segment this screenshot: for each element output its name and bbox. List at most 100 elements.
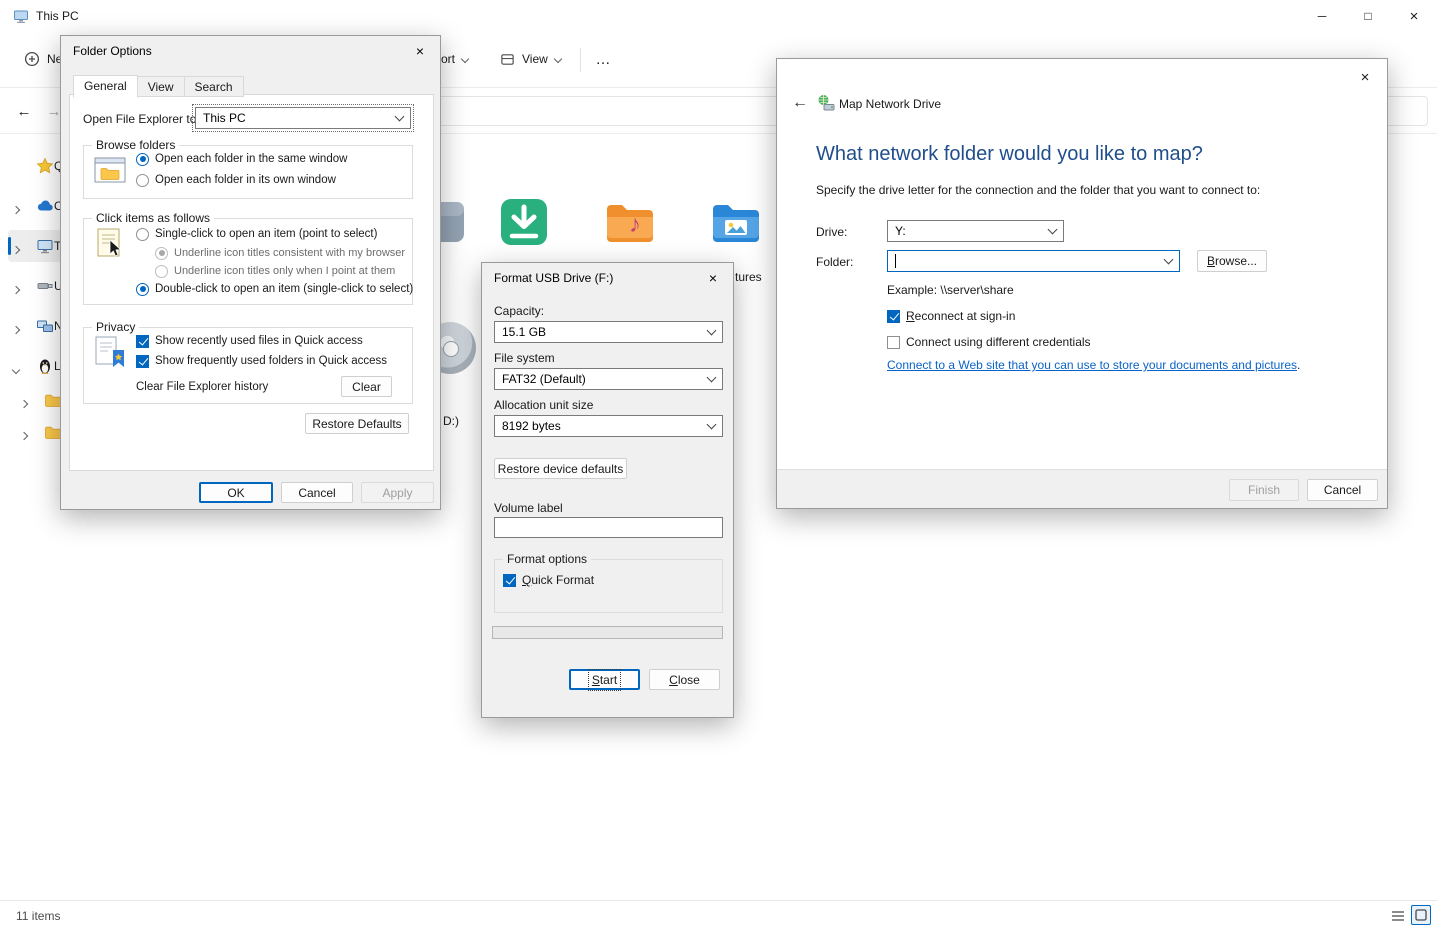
radio-underline-point[interactable]: Underline icon titles only when I point …	[155, 263, 395, 279]
more-options-button[interactable]: …	[588, 41, 618, 77]
radio-single-click[interactable]: Single-click to open an item (point to s…	[136, 226, 377, 242]
ok-button[interactable]: OK	[199, 482, 273, 503]
chevron-down-icon[interactable]	[11, 365, 21, 375]
view-button[interactable]: View	[492, 41, 570, 77]
chevron-right-icon[interactable]	[19, 399, 29, 409]
radio-open-same-window[interactable]: Open each folder in the same window	[136, 151, 347, 167]
title-bar: This PC ─ □ ×	[0, 0, 1437, 32]
item-count: 11 items	[16, 909, 61, 923]
music-note-glyph: ♪	[629, 211, 641, 238]
dialog-title: Folder Options	[73, 44, 152, 58]
checkbox-credentials[interactable]: Connect using different credentials	[887, 334, 1091, 350]
group-legend: Format options	[503, 552, 592, 566]
close-icon[interactable]: ×	[693, 263, 733, 293]
map-network-drive-icon	[818, 95, 835, 111]
checkbox-label[interactable]: Connect using different credentials	[906, 335, 1091, 349]
back-button[interactable]: ←	[789, 92, 811, 114]
checkbox-quick-format[interactable]: Quick Format	[503, 572, 594, 588]
close-icon[interactable]: ×	[1351, 65, 1379, 89]
radio-label[interactable]: Open each folder in its own window	[155, 174, 336, 186]
wizard-heading: What network folder would you like to ma…	[816, 143, 1203, 165]
radio-label[interactable]: Open each folder in the same window	[155, 153, 347, 165]
pictures-folder-icon[interactable]	[708, 194, 764, 250]
explorer-window: This PC ─ □ × New Sort View … ← → Q O T …	[0, 0, 1437, 929]
downloads-folder-icon[interactable]	[496, 194, 552, 250]
tab-view[interactable]: View	[136, 76, 185, 97]
cancel-button[interactable]: Cancel	[1307, 479, 1378, 501]
checkbox-show-frequent[interactable]: Show frequently used folders in Quick ac…	[136, 353, 387, 369]
restore-defaults-button[interactable]: Restore Defaults	[305, 413, 409, 434]
file-system-select[interactable]: FAT32 (Default)	[494, 368, 723, 390]
radio-double-click[interactable]: Double-click to open an item (single-cli…	[136, 281, 413, 297]
connect-website-link[interactable]: Connect to a Web site that you can use t…	[887, 358, 1297, 372]
checkbox-reconnect[interactable]: Reconnect at sign-in	[887, 308, 1015, 324]
tab-general[interactable]: General	[73, 75, 138, 98]
checkbox-label[interactable]: Quick Format	[522, 573, 594, 587]
chevron-down-icon	[706, 419, 717, 430]
open-explorer-to-label: Open File Explorer to:	[83, 112, 200, 126]
pictures-label-fragment[interactable]: tures	[735, 270, 762, 284]
large-icons-view-button[interactable]	[1411, 905, 1431, 925]
radio-open-own-window[interactable]: Open each folder in its own window	[136, 172, 336, 188]
close-format-button[interactable]: Close	[649, 669, 720, 690]
plus-circle-icon	[24, 51, 40, 67]
radio-label: Underline icon titles consistent with my…	[174, 247, 406, 259]
drive-letter-select[interactable]: Y:	[887, 220, 1064, 242]
usb-drive-icon	[37, 283, 53, 289]
minimize-button[interactable]: ─	[1299, 0, 1345, 32]
large-icons-view-icon	[1415, 909, 1427, 921]
maximize-button[interactable]: □	[1345, 0, 1391, 32]
checkbox-label[interactable]: Show frequently used folders in Quick ac…	[155, 355, 387, 367]
link-suffix: .	[1297, 358, 1301, 372]
chevron-right-icon[interactable]	[11, 205, 21, 215]
this-pc-icon	[14, 10, 28, 23]
checkbox-icon[interactable]	[887, 335, 900, 349]
chevron-right-icon[interactable]	[11, 245, 21, 255]
checkbox-icon[interactable]	[136, 354, 149, 368]
start-button[interactable]: Start	[569, 668, 640, 691]
allocation-select[interactable]: 8192 bytes	[494, 415, 723, 437]
radio-icon[interactable]	[136, 152, 149, 166]
close-icon[interactable]: ×	[400, 36, 440, 66]
privacy-group: Privacy Show recently used files in Quic…	[83, 320, 413, 404]
tab-search[interactable]: Search	[183, 76, 244, 97]
cancel-button[interactable]: Cancel	[281, 482, 353, 503]
radio-label[interactable]: Single-click to open an item (point to s…	[155, 228, 377, 240]
chevron-right-icon[interactable]	[11, 285, 21, 295]
radio-underline-consistent[interactable]: Underline icon titles consistent with my…	[155, 245, 405, 261]
tab-strip: General View Search	[73, 74, 244, 98]
checkbox-show-recent[interactable]: Show recently used files in Quick access	[136, 333, 363, 349]
click-items-icon	[97, 228, 122, 257]
music-folder-icon[interactable]: ♪	[602, 194, 658, 250]
folder-path-input[interactable]	[887, 250, 1180, 272]
volume-label-input[interactable]	[494, 517, 723, 538]
capacity-select[interactable]: 15.1 GB	[494, 321, 723, 343]
finish-button[interactable]: Finish	[1229, 479, 1299, 501]
open-explorer-to-select[interactable]: This PC	[192, 104, 414, 132]
format-progress-bar	[492, 626, 723, 639]
chevron-right-icon[interactable]	[19, 431, 29, 441]
browse-button[interactable]: Browse...	[1197, 250, 1267, 272]
browse-folders-icon	[94, 157, 126, 183]
checkbox-icon[interactable]	[503, 573, 516, 587]
radio-icon[interactable]	[136, 173, 149, 187]
file-system-label: File system	[494, 351, 555, 365]
checkbox-icon[interactable]	[136, 334, 149, 348]
checkbox-label[interactable]: Reconnect at sign-in	[906, 309, 1015, 323]
checkbox-icon[interactable]	[887, 309, 900, 323]
back-button[interactable]: ←	[12, 99, 36, 123]
chevron-right-icon[interactable]	[11, 325, 21, 335]
checkbox-label[interactable]: Show recently used files in Quick access	[155, 335, 363, 347]
format-options-group: Format options Quick Format	[494, 552, 723, 613]
radio-label[interactable]: Double-click to open an item (single-cli…	[155, 283, 413, 295]
clear-button[interactable]: Clear	[341, 376, 392, 397]
dvd-label-fragment[interactable]: D:)	[443, 414, 459, 428]
view-icon	[501, 53, 514, 65]
details-view-icon[interactable]	[1390, 908, 1406, 924]
network-icon	[37, 320, 53, 332]
restore-device-defaults-button[interactable]: Restore device defaults	[494, 458, 627, 479]
radio-icon[interactable]	[136, 227, 149, 241]
radio-icon[interactable]	[136, 282, 149, 296]
apply-button[interactable]: Apply	[361, 482, 434, 503]
close-button[interactable]: ×	[1391, 0, 1437, 32]
